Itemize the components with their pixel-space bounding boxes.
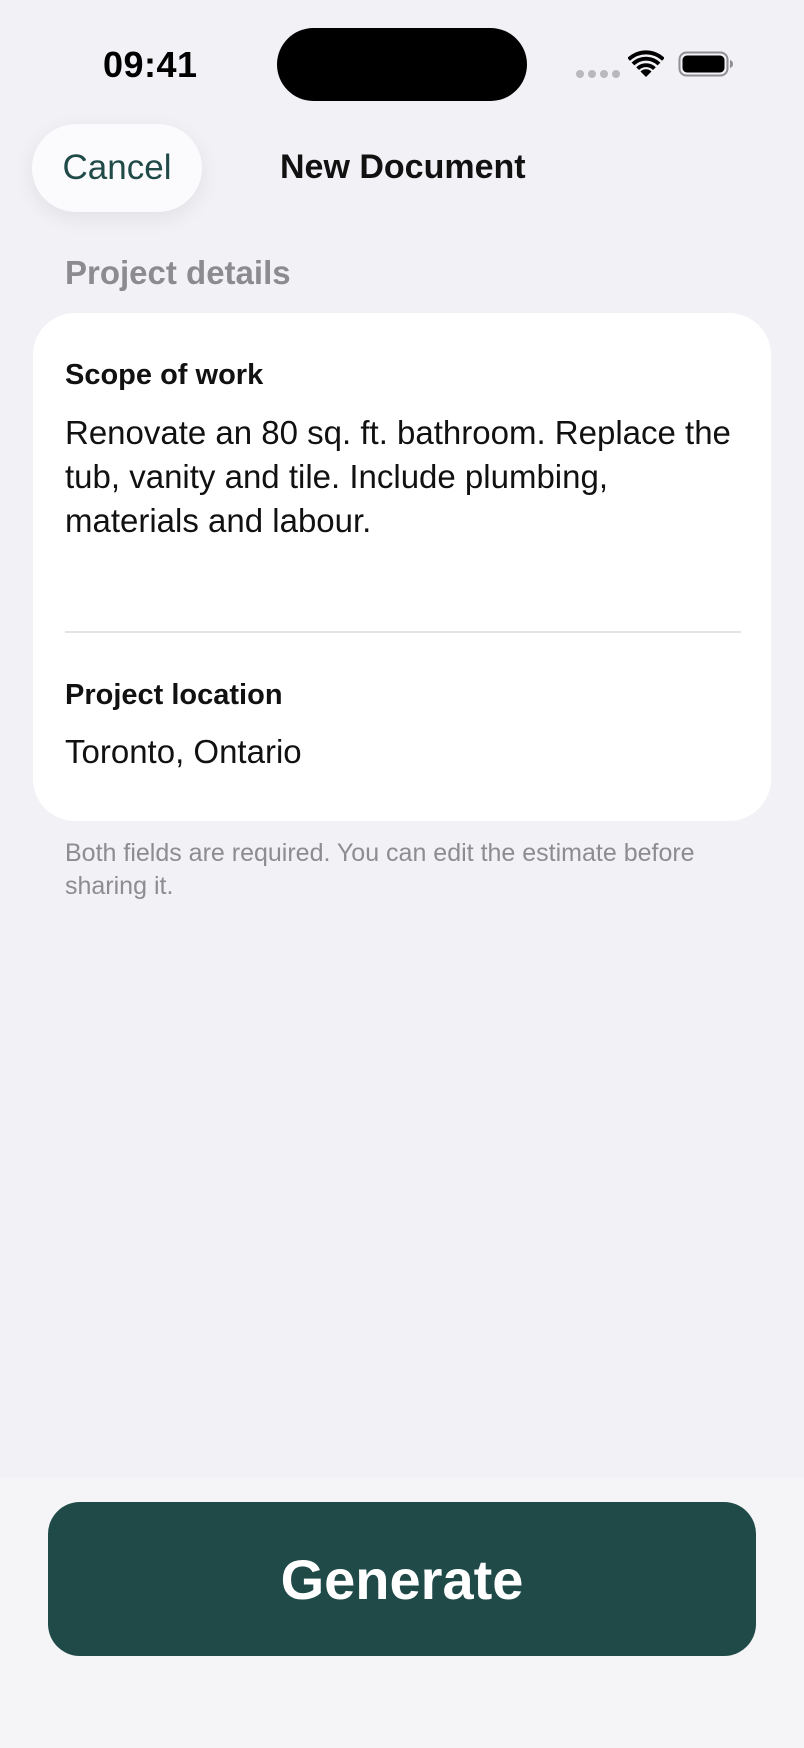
field-divider: [65, 631, 741, 633]
signal-dots-icon: [576, 70, 620, 78]
dynamic-island: [277, 28, 527, 101]
project-location-label: Project location: [65, 679, 283, 711]
generate-button[interactable]: Generate: [48, 1502, 756, 1656]
battery-icon: [678, 51, 733, 77]
project-location-input[interactable]: Toronto, Ontario: [65, 733, 745, 771]
cancel-button[interactable]: Cancel: [32, 124, 202, 212]
wifi-icon: [628, 50, 664, 77]
page-title: New Document: [280, 148, 526, 186]
status-time: 09:41: [103, 44, 198, 85]
scope-of-work-input[interactable]: Renovate an 80 sq. ft. bathroom. Replace…: [65, 411, 745, 543]
scope-of-work-label: Scope of work: [65, 359, 264, 391]
section-header-project-details: Project details: [65, 254, 291, 291]
status-bar: 09:41: [0, 0, 804, 120]
project-details-card: Scope of work Renovate an 80 sq. ft. bat…: [33, 313, 771, 821]
form-footer-note: Both fields are required. You can edit t…: [65, 839, 695, 900]
